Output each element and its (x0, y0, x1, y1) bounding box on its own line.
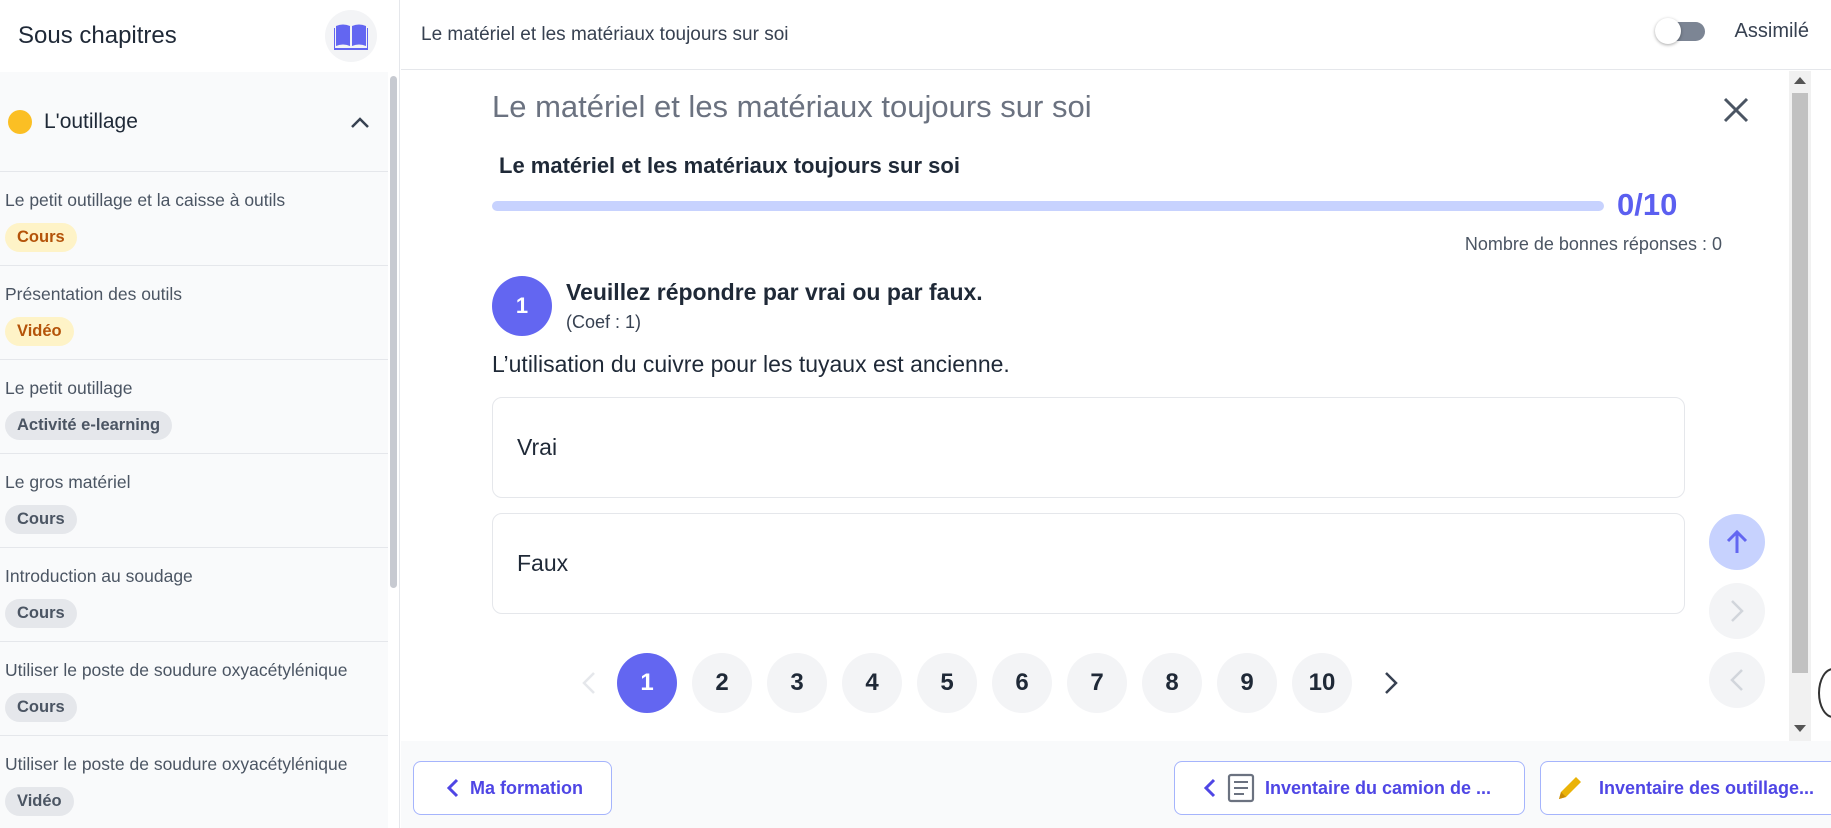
page-8[interactable]: 8 (1142, 653, 1202, 713)
page-6[interactable]: 6 (992, 653, 1052, 713)
arrow-up-icon (1726, 529, 1748, 553)
chevron-right-icon (1385, 672, 1398, 694)
type-badge: Vidéo (5, 317, 74, 346)
page-10[interactable]: 10 (1292, 653, 1352, 713)
assimile-toggle[interactable] (1655, 18, 1707, 44)
next-question-button[interactable] (1709, 583, 1765, 639)
type-badge: Cours (5, 599, 77, 628)
quiz-subtitle: Le matériel et les matériaux toujours su… (499, 153, 960, 178)
sidebar-item[interactable]: Le petit outillage Activité e-learning (0, 360, 388, 454)
question-number: 1 (492, 276, 552, 336)
scroll-down-arrow-icon[interactable] (1794, 725, 1806, 732)
sidebar-title: Sous chapitres (18, 22, 177, 49)
chevron-left-icon (582, 672, 595, 694)
bottom-navigation: Ma formation Inventaire du camion de ...… (401, 741, 1831, 828)
next-lesson-button[interactable]: Inventaire des outillage... (1540, 761, 1831, 815)
main-scrollbar-thumb[interactable] (1792, 93, 1808, 673)
chapter-status-dot (8, 109, 32, 134)
sidebar-item[interactable]: Introduction au soudage Cours (0, 548, 388, 642)
type-badge: Cours (5, 505, 77, 534)
assimile-label: Assimilé (1734, 20, 1809, 42)
page-2[interactable]: 2 (692, 653, 752, 713)
quiz-title: Le matériel et les matériaux toujours su… (492, 89, 1092, 124)
page-7[interactable]: 7 (1067, 653, 1127, 713)
chevron-up-icon[interactable] (350, 115, 370, 129)
sidebar-item-title: Utiliser le poste de soudure oxyacétylén… (5, 754, 348, 774)
sidebar-list[interactable]: L'outillage Le petit outillage et la cai… (0, 72, 388, 828)
sidebar-scrollbar[interactable] (390, 76, 397, 588)
sidebar-item-title: Présentation des outils (5, 284, 183, 304)
scroll-top-button[interactable] (1709, 514, 1765, 570)
sidebar-item-title: Utiliser le poste de soudure oxyacétylén… (5, 660, 348, 680)
sidebar-item[interactable]: Le petit outillage et la caisse à outils… (0, 172, 388, 266)
sidebar-item-title: Introduction au soudage (5, 566, 193, 586)
score: 0/10 (1617, 187, 1678, 222)
chapter-header[interactable]: L'outillage (0, 72, 388, 172)
book-button[interactable] (325, 10, 377, 62)
close-icon[interactable] (1721, 95, 1751, 125)
answer-option-faux[interactable]: Faux (492, 513, 1685, 614)
page-4[interactable]: 4 (842, 653, 902, 713)
good-answers-count: Nombre de bonnes réponses : 0 (1464, 234, 1722, 254)
sidebar-item[interactable]: Présentation des outils Vidéo (0, 266, 388, 360)
document-icon (1227, 773, 1255, 803)
pencil-icon (1559, 777, 1581, 799)
scroll-up-arrow-icon[interactable] (1794, 77, 1806, 84)
question-text: L’utilisation du cuivre pour les tuyaux … (492, 351, 1010, 377)
type-badge: Cours (5, 693, 77, 722)
pagination: 1 2 3 4 5 6 7 8 9 10 (571, 653, 1409, 713)
sidebar-item-title: Le gros matériel (5, 472, 131, 492)
pagination-next[interactable] (1373, 653, 1409, 713)
sidebar-item-title: Le petit outillage et la caisse à outils (5, 190, 286, 210)
chevron-right-icon (1731, 600, 1744, 622)
next-lesson-label: Inventaire des outillage... (1599, 777, 1815, 798)
type-badge: Cours (5, 223, 77, 252)
progress-bar (492, 201, 1604, 211)
previous-lesson-button[interactable]: Inventaire du camion de ... (1174, 761, 1525, 815)
sidebar-item[interactable]: Le gros matériel Cours (0, 454, 388, 548)
pagination-prev[interactable] (571, 653, 607, 713)
chevron-left-icon (1203, 778, 1216, 798)
question-coef: (Coef : 1) (566, 312, 642, 332)
sidebar-header: Sous chapitres (0, 0, 399, 72)
sidebar-item-title: Le petit outillage (5, 378, 133, 398)
page-5[interactable]: 5 (917, 653, 977, 713)
book-icon (334, 24, 368, 50)
prev-question-button[interactable] (1709, 652, 1765, 708)
quiz-panel: Le matériel et les matériaux toujours su… (401, 71, 1831, 741)
type-badge: Activité e-learning (5, 411, 173, 440)
page-1[interactable]: 1 (617, 653, 677, 713)
chapter-label: L'outillage (44, 109, 138, 133)
sidebar-item[interactable]: Utiliser le poste de soudure oxyacétylén… (0, 736, 388, 828)
back-label: Ma formation (470, 777, 584, 798)
back-to-formation-button[interactable]: Ma formation (413, 761, 612, 815)
answer-option-vrai[interactable]: Vrai (492, 397, 1685, 498)
sidebar-item[interactable]: Utiliser le poste de soudure oxyacétylén… (0, 642, 388, 736)
previous-lesson-label: Inventaire du camion de ... (1265, 777, 1492, 798)
page-3[interactable]: 3 (767, 653, 827, 713)
question-title: Veuillez répondre par vrai ou par faux. (566, 279, 983, 305)
chevron-left-icon (446, 778, 459, 798)
topbar-title: Le matériel et les matériaux toujours su… (421, 23, 789, 45)
page-9[interactable]: 9 (1217, 653, 1277, 713)
topbar: Le matériel et les matériaux toujours su… (401, 0, 1831, 70)
toggle-knob (1655, 18, 1681, 44)
chevron-left-icon (1730, 669, 1743, 691)
type-badge: Vidéo (5, 787, 74, 816)
sidebar: Sous chapitres L'outillage Le petit outi… (0, 0, 400, 828)
